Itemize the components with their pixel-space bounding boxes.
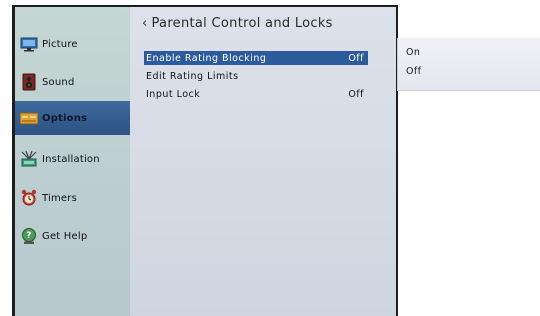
- page-title: ‹ Parental Control and Locks: [142, 16, 333, 31]
- back-chevron-icon[interactable]: ‹: [142, 16, 148, 31]
- menu-row-label: Edit Rating Limits: [146, 70, 239, 82]
- menu-row-label: Input Lock: [146, 88, 201, 100]
- speaker-icon: [22, 73, 36, 91]
- page-title-text: Parental Control and Locks: [151, 16, 333, 31]
- tv-icon: [20, 37, 38, 52]
- sidebar-item-picture[interactable]: Picture: [15, 27, 130, 61]
- options-icon: [20, 112, 38, 125]
- sidebar-item-timers[interactable]: Timers: [15, 181, 130, 215]
- menu-row-label: Enable Rating Blocking: [146, 52, 267, 64]
- sidebar: Picture Sound Options Installation Timer…: [15, 7, 130, 316]
- menu-row-value: Off: [348, 88, 364, 100]
- sidebar-item-installation[interactable]: Installation: [15, 142, 130, 176]
- sidebar-item-label: Options: [42, 112, 88, 124]
- sidebar-item-label: Sound: [42, 76, 75, 88]
- sidebar-item-get-help[interactable]: ? Get Help: [15, 219, 130, 253]
- sidebar-item-label: Installation: [42, 153, 100, 165]
- antenna-icon: [21, 150, 37, 167]
- menu-row-value: Off: [348, 52, 364, 64]
- help-icon: ?: [22, 228, 36, 244]
- sidebar-item-label: Timers: [42, 192, 77, 204]
- sidebar-item-options[interactable]: Options: [15, 101, 130, 135]
- dropdown-option-on[interactable]: On: [406, 47, 420, 58]
- sidebar-item-label: Picture: [42, 38, 78, 50]
- svg-text:?: ?: [26, 231, 31, 241]
- sidebar-item-sound[interactable]: Sound: [15, 65, 130, 99]
- main-panel: ‹ Parental Control and Locks Enable Ratin…: [130, 7, 396, 316]
- alarm-clock-icon: [21, 189, 37, 206]
- menu-row-enable-rating-blocking[interactable]: Enable Rating Blocking Off: [144, 51, 368, 65]
- option-dropdown: On Off: [397, 38, 540, 91]
- sidebar-item-label: Get Help: [42, 230, 88, 242]
- menu-row-edit-rating-limits[interactable]: Edit Rating Limits: [146, 69, 368, 83]
- menu-row-input-lock[interactable]: Input Lock Off: [146, 87, 368, 101]
- tv-screen: Picture Sound Options Installation Timer…: [12, 5, 398, 316]
- dropdown-option-off[interactable]: Off: [406, 66, 421, 77]
